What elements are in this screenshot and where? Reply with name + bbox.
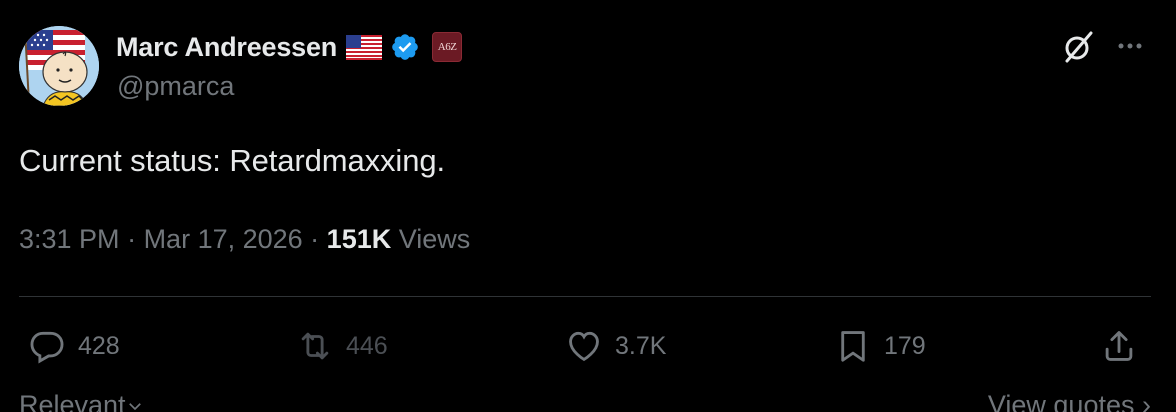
meta-separator: · — [302, 224, 327, 254]
heart-icon — [569, 331, 599, 362]
sort-label: Relevant — [19, 390, 126, 412]
author-handle[interactable]: @pmarca — [117, 71, 234, 102]
tweet-date[interactable]: Mar 17, 2026 — [144, 224, 303, 255]
tweet-detail: Marc Andreessen A6Z @pmarca Current stat… — [0, 0, 1176, 412]
more-options-icon[interactable] — [1112, 32, 1148, 62]
author-name-row: Marc Andreessen A6Z — [116, 28, 463, 66]
us-flag-icon — [346, 34, 383, 60]
like-button[interactable]: 3.7K — [565, 322, 666, 370]
sort-dropdown[interactable]: Relevant — [19, 390, 144, 412]
view-quotes-link[interactable]: View quotes › — [988, 390, 1151, 412]
repost-icon — [301, 332, 329, 360]
divider — [19, 296, 1151, 297]
view-quotes-label: View quotes — [987, 390, 1135, 412]
tweet-text: Current status: Retardmaxxing. — [19, 143, 446, 178]
bookmark-button[interactable]: 179 — [834, 322, 926, 370]
reply-button[interactable]: 428 — [28, 322, 120, 370]
charlie-brown-avatar-icon — [19, 26, 99, 106]
share-button[interactable] — [1100, 322, 1150, 370]
share-icon — [1105, 331, 1133, 361]
author-display-name[interactable]: Marc Andreessen — [116, 32, 337, 63]
action-bar: 428 446 3.7K 179 — [0, 322, 1176, 372]
repost-button[interactable]: 446 — [296, 322, 388, 370]
chevron-right-icon: › — [1142, 390, 1151, 412]
tweet-meta: 3:31 PM · Mar 17, 2026 · 151K Views — [19, 224, 470, 255]
like-count: 3.7K — [615, 331, 667, 360]
bookmark-count: 179 — [884, 331, 926, 360]
grok-icon[interactable] — [1058, 27, 1098, 67]
chevron-down-icon — [128, 402, 141, 410]
meta-space — [391, 224, 399, 255]
avatar[interactable] — [19, 26, 99, 106]
repost-count: 446 — [346, 331, 388, 360]
bookmark-icon — [841, 331, 865, 362]
reply-icon — [30, 331, 64, 364]
meta-separator: · — [119, 224, 144, 254]
affiliate-badge[interactable]: A6Z — [432, 32, 463, 62]
views-label: Views — [398, 224, 471, 254]
tweet-time[interactable]: 3:31 PM — [19, 224, 120, 255]
reply-count: 428 — [78, 331, 120, 360]
views-count: 151K — [326, 224, 392, 254]
verified-badge-icon[interactable] — [390, 32, 420, 62]
